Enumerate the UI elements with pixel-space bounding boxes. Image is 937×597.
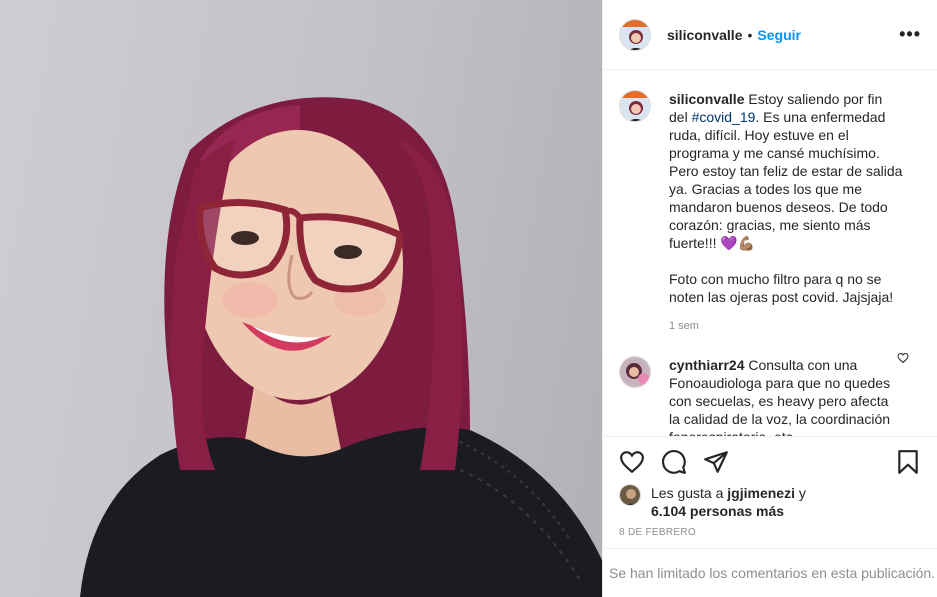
portrait-image (80, 97, 602, 597)
caption: siliconvalle Estoy saliendo por fin del … (603, 70, 937, 332)
share-icon[interactable] (703, 449, 729, 475)
like-icon[interactable] (619, 449, 645, 475)
save-icon[interactable] (895, 449, 921, 475)
separator-dot: • (747, 26, 753, 43)
comment-text: cynthiarr24 Consulta con una Fonoaudiolo… (669, 356, 903, 436)
comment-like-icon[interactable] (897, 352, 909, 364)
comments-list[interactable]: siliconvalle Estoy saliendo por fin del … (603, 70, 937, 436)
post-sidebar: siliconvalle • Seguir ••• siliconvalle E (602, 0, 937, 597)
liker-avatar[interactable] (619, 484, 641, 506)
caption-author-avatar[interactable] (619, 90, 651, 122)
caption-text: siliconvalle Estoy saliendo por fin del … (669, 90, 903, 306)
action-bar (603, 436, 937, 486)
comment-item: cynthiarr24 Consulta con una Fonoaudiolo… (603, 332, 937, 436)
caption-body-end: . Es una enfermedad ruda, difícil. Hoy e… (669, 109, 903, 305)
comments-limited-notice: Se han limitado los comentarios en esta … (603, 548, 937, 597)
liker-username[interactable]: jgjimenezi (727, 485, 795, 501)
likes-prefix: Les gusta a (651, 485, 728, 501)
post-viewer: siliconvalle • Seguir ••• siliconvalle E (0, 0, 937, 597)
author-avatar[interactable] (619, 18, 651, 51)
more-options-icon[interactable]: ••• (899, 24, 921, 45)
commenter-avatar[interactable] (619, 356, 651, 388)
likes-middle: y (794, 485, 806, 501)
post-photo[interactable] (0, 0, 602, 597)
follow-button[interactable]: Seguir (757, 27, 801, 43)
caption-timestamp[interactable]: 1 sem (669, 320, 903, 332)
likes-count[interactable]: 6.104 personas más (651, 503, 784, 519)
comment-icon[interactable] (661, 449, 687, 475)
caption-hashtag[interactable]: #covid_19 (692, 109, 756, 125)
likes-summary: Les gusta a jgjimenezi y 6.104 personas … (619, 484, 806, 520)
caption-username[interactable]: siliconvalle (669, 91, 744, 107)
post-header: siliconvalle • Seguir ••• (603, 0, 937, 70)
commenter-username[interactable]: cynthiarr24 (669, 357, 744, 373)
post-date[interactable]: 8 DE FEBRERO (619, 527, 696, 538)
author-username[interactable]: siliconvalle (667, 27, 742, 43)
